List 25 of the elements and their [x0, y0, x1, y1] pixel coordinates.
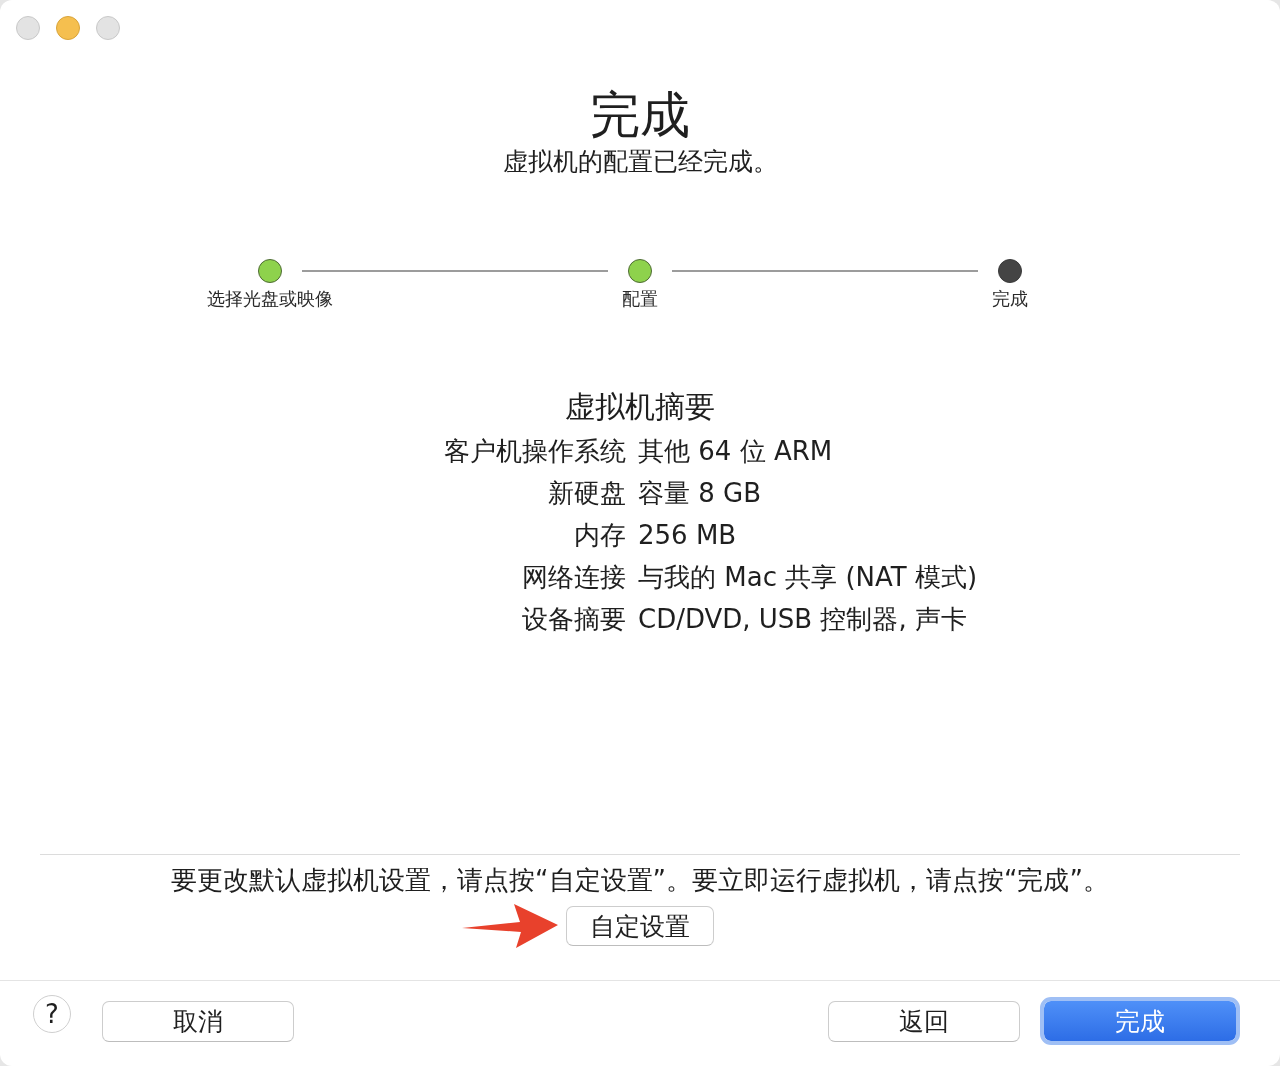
summary-value: 256 MB [638, 519, 737, 552]
summary-label: 客户机操作系统 [444, 435, 626, 468]
step-label: 完成 [992, 289, 1028, 309]
summary-label: 新硬盘 [548, 477, 626, 510]
done-button[interactable]: 完成 [1040, 997, 1240, 1045]
page-subtitle: 虚拟机的配置已经完成。 [502, 146, 778, 178]
summary-label: 设备摘要 [522, 603, 626, 636]
summary-value: CD/DVD, USB 控制器, 声卡 [638, 603, 967, 636]
summary-label: 网络连接 [522, 561, 626, 594]
summary-value: 与我的 Mac 共享 (NAT 模式) [638, 561, 978, 594]
instruction-text: 要更改默认虚拟机设置，请点按“自定设置”。要立即运行虚拟机，请点按“完成”。 [171, 865, 1109, 895]
summary-title: 虚拟机摘要 [565, 389, 715, 425]
summary-value: 其他 64 位 ARM [638, 435, 833, 468]
step-label: 配置 [622, 289, 658, 309]
close-button[interactable] [16, 16, 40, 40]
dialog-button[interactable]: 返回 [828, 1001, 1020, 1042]
customize-button[interactable]: 自定设置 [566, 906, 714, 946]
summary-label: 内存 [574, 519, 626, 552]
page-title: 完成 [590, 87, 690, 143]
zoom-button[interactable] [96, 16, 120, 40]
step-label: 选择光盘或映像 [207, 289, 333, 309]
dialog-button[interactable]: 取消 [102, 1001, 294, 1042]
summary-value: 容量 8 GB [638, 477, 762, 510]
minimize-button[interactable] [56, 16, 80, 40]
help-button[interactable]: ? [33, 995, 71, 1033]
